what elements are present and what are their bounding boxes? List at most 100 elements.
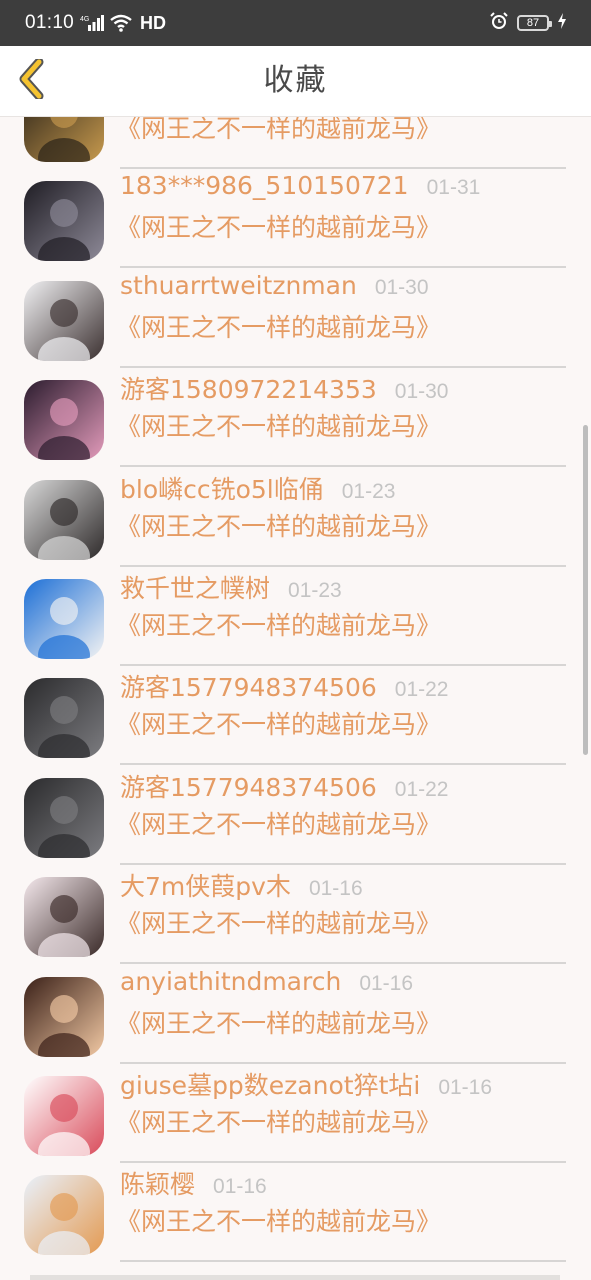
list-item[interactable]: 游客1577948374506 01-22 《网王之不一样的越前龙马》 — [0, 758, 591, 865]
username: anyiathitndmarch — [120, 966, 342, 996]
list-item-header: anyiathitndmarch 01-16 — [120, 967, 566, 1005]
list-item-text: giuse墓pp数ezanot猝t坫i 01-16 《网王之不一样的越前龙马》 — [116, 1066, 566, 1142]
date: 01-16 — [213, 1175, 267, 1199]
list-item-text: blo嶙cc铣o5l临俑 01-23 《网王之不一样的越前龙马》 — [116, 470, 566, 546]
book-title: 《网王之不一样的越前龙马》 — [116, 1107, 442, 1137]
list-item-header: 游客1577948374506 01-22 — [120, 768, 566, 806]
status-right: 87 — [489, 0, 567, 46]
username: 游客1577948374506 — [120, 772, 377, 802]
avatar — [24, 877, 104, 958]
book-title: 《网王之不一样的越前龙马》 — [116, 312, 442, 342]
avatar — [24, 1175, 104, 1256]
book-title: 《网王之不一样的越前龙马》 — [116, 809, 442, 839]
book-title: 《网王之不一样的越前龙马》 — [116, 1207, 442, 1237]
list-item[interactable]: 《网王之不一样的越前龙马》 — [0, 117, 591, 169]
book-title: 《网王之不一样的越前龙马》 — [116, 1008, 442, 1038]
list-item-header: sthuarrtweitznman 01-30 — [120, 271, 566, 309]
book-title: 《网王之不一样的越前龙马》 — [116, 511, 442, 541]
list-item-text: 《网王之不一样的越前龙马》 — [116, 117, 566, 148]
divider — [120, 1260, 566, 1263]
list-item-header: 陈颖樱 01-16 — [120, 1165, 566, 1203]
list-item[interactable]: 183***986_510150721 01-31 《网王之不一样的越前龙马》 — [0, 161, 591, 269]
book-title: 《网王之不一样的越前龙马》 — [116, 117, 442, 143]
svg-text:4G: 4G — [80, 16, 89, 23]
avatar — [24, 1075, 104, 1156]
username: 183***986_510150721 — [120, 171, 409, 201]
avatar — [24, 976, 104, 1057]
signal-icon: 4G — [80, 14, 105, 32]
list-item-text: 游客1577948374506 01-22 《网王之不一样的越前龙马》 — [116, 768, 566, 844]
list-item[interactable]: 大7m侠葭pv木 01-16 《网王之不一样的越前龙马》 — [0, 857, 591, 965]
bottom-strip — [30, 1275, 560, 1280]
wifi-icon — [110, 14, 132, 32]
date: 01-30 — [394, 380, 449, 404]
username: blo嶙cc铣o5l临俑 — [120, 474, 324, 504]
status-left: 01:10 4G HD — [25, 0, 166, 46]
list-item[interactable]: 救千世之幞树 01-23 《网王之不一样的越前龙马》 — [0, 559, 591, 666]
avatar — [24, 678, 104, 759]
username: 大7m侠葭pv木 — [120, 872, 291, 902]
alarm-icon — [489, 11, 509, 35]
list-item-header: 游客1580972214353 01-30 — [120, 370, 566, 408]
avatar — [24, 280, 104, 361]
status-time: 01:10 — [25, 12, 75, 33]
scrollbar[interactable] — [583, 425, 588, 755]
book-title: 《网王之不一样的越前龙马》 — [116, 610, 442, 640]
avatar — [24, 380, 104, 461]
date: 01-16 — [359, 971, 414, 995]
avatar — [24, 117, 104, 162]
list-item[interactable]: anyiathitndmarch 01-16 《网王之不一样的越前龙马》 — [0, 957, 591, 1064]
status-bar: 01:10 4G HD 87 — [0, 0, 591, 46]
username: 游客1580972214353 — [120, 375, 377, 405]
list-item-text: anyiathitndmarch 01-16 《网王之不一样的越前龙马》 — [116, 967, 566, 1043]
list-item-header: 救千世之幞树 01-23 — [120, 569, 566, 607]
date: 01-31 — [426, 176, 481, 200]
book-title: 《网王之不一样的越前龙马》 — [116, 909, 442, 939]
list-item[interactable]: blo嶙cc铣o5l临俑 01-23 《网王之不一样的越前龙马》 — [0, 460, 591, 567]
list-item[interactable]: 游客1577948374506 01-22 《网王之不一样的越前龙马》 — [0, 658, 591, 766]
list-item-text: 游客1577948374506 01-22 《网王之不一样的越前龙马》 — [116, 668, 566, 744]
hd-label: HD — [140, 12, 167, 33]
list-item-header: 183***986_510150721 01-31 — [120, 171, 566, 209]
charging-icon — [557, 13, 567, 33]
page-title: 收藏 — [263, 63, 328, 98]
list-item-header: 游客1577948374506 01-22 — [120, 668, 566, 706]
username: 游客1577948374506 — [120, 673, 377, 703]
list-item-text: 陈颖樱 01-16 《网王之不一样的越前龙马》 — [116, 1165, 566, 1241]
avatar — [24, 479, 104, 560]
list-item-header: giuse墓pp数ezanot猝t坫i 01-16 — [120, 1066, 566, 1104]
date: 01-22 — [394, 777, 449, 801]
username: sthuarrtweitznman — [120, 270, 357, 300]
favorites-list[interactable]: 《网王之不一样的越前龙马》 183***986_510150721 01-31 《网王… — [0, 117, 591, 1280]
avatar — [24, 578, 104, 659]
list-item[interactable]: 游客1580972214353 01-30 《网王之不一样的越前龙马》 — [0, 360, 591, 468]
date: 01-22 — [394, 678, 449, 702]
book-title: 《网王之不一样的越前龙马》 — [116, 412, 442, 442]
username: 救千世之幞树 — [120, 573, 271, 603]
avatar — [24, 181, 104, 262]
battery-icon: 87 — [517, 15, 552, 31]
app-header: 收藏 — [0, 46, 591, 117]
list-item-text: 大7m侠葭pv木 01-16 《网王之不一样的越前龙马》 — [116, 867, 566, 943]
list-item[interactable]: giuse墓pp数ezanot猝t坫i 01-16 《网王之不一样的越前龙马》 — [0, 1056, 591, 1163]
username: giuse墓pp数ezanot猝t坫i — [120, 1070, 421, 1100]
favorites-list-content: 《网王之不一样的越前龙马》 183***986_510150721 01-31 《网王… — [0, 117, 591, 1263]
list-item-header: blo嶙cc铣o5l临俑 01-23 — [120, 470, 566, 508]
battery-level: 87 — [526, 17, 540, 29]
date: 01-23 — [288, 578, 342, 602]
date: 01-23 — [341, 479, 396, 503]
date: 01-16 — [308, 877, 363, 901]
list-item-header: 大7m侠葭pv木 01-16 — [120, 867, 566, 905]
list-item[interactable]: 陈颖樱 01-16 《网王之不一样的越前龙马》 — [0, 1155, 591, 1263]
book-title: 《网王之不一样的越前龙马》 — [116, 710, 442, 740]
list-item[interactable]: sthuarrtweitznman 01-30 《网王之不一样的越前龙马》 — [0, 261, 591, 368]
list-item-text: 救千世之幞树 01-23 《网王之不一样的越前龙马》 — [116, 569, 566, 645]
date: 01-30 — [374, 275, 429, 299]
list-item-text: 游客1580972214353 01-30 《网王之不一样的越前龙马》 — [116, 370, 566, 446]
avatar — [24, 777, 104, 858]
username: 陈颖樱 — [120, 1170, 196, 1200]
date: 01-16 — [438, 1075, 493, 1099]
book-title: 《网王之不一样的越前龙马》 — [116, 213, 442, 243]
list-item-text: 183***986_510150721 01-31 《网王之不一样的越前龙马》 — [116, 171, 566, 247]
list-item-text: sthuarrtweitznman 01-30 《网王之不一样的越前龙马》 — [116, 271, 566, 347]
